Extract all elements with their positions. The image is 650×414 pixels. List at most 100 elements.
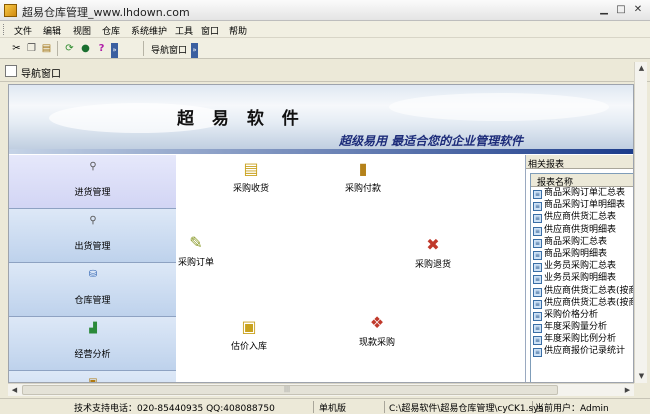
module-warehouse[interactable]: ⛁ 仓库管理 (9, 263, 176, 317)
report-icon: ≡ (533, 299, 542, 309)
status-support: 技术支持电话：020-85440935 QQ:408088750 (74, 401, 314, 414)
banner-divider (9, 149, 633, 154)
minimize-button[interactable]: ▁ (596, 4, 612, 17)
report-label: 供应商报价记录统计 (544, 346, 626, 357)
reports-column-header[interactable]: 报表名称 (531, 174, 633, 188)
database-icon: ⛁ (88, 269, 98, 280)
globe-icon[interactable]: ● (79, 42, 92, 55)
flow-label: 采购收货 (233, 184, 270, 194)
folder-add-icon: ▣ (241, 317, 257, 336)
reports-title: 相关报表 (526, 155, 633, 170)
report-item[interactable]: ≡ 业务员采购明细表 (531, 272, 633, 285)
report-label: 采购价格分析 (544, 309, 599, 320)
report-label: 供应商供货明细表 (544, 224, 617, 235)
flow-purchase-receive[interactable]: ▤ 采购收货 (233, 159, 269, 194)
report-icon: ≡ (533, 190, 542, 199)
banner: 超 易 软 件 超级易用 最适合您的企业管理软件 (9, 85, 633, 154)
toolbar-separator (57, 41, 58, 56)
scroll-left-arrow-icon[interactable]: ◀ (8, 384, 21, 397)
report-icon: ≡ (533, 250, 542, 260)
menu-file[interactable]: 文件 (14, 24, 32, 37)
report-item[interactable]: ≡ 供应商供货汇总表 (531, 211, 633, 224)
paste-icon[interactable]: ▤ (40, 42, 53, 55)
vertical-scrollbar[interactable]: ▲ ▼ (634, 62, 647, 383)
chart-icon: ▟ (89, 323, 97, 334)
module-label: 仓库管理 (74, 296, 111, 306)
menu-tools[interactable]: 工具 (175, 24, 193, 37)
report-icon: ≡ (533, 311, 542, 321)
flow-label: 采购退货 (415, 260, 452, 270)
flow-label: 采购付款 (345, 184, 382, 194)
report-label: 商品采购汇总表 (544, 236, 608, 247)
report-item[interactable]: ≡ 年度采购量分析 (531, 321, 633, 334)
report-icon: ≡ (533, 324, 542, 334)
toolbar: ✂ ❐ ▤ ⟳ ● ? » 导航窗口 » (0, 38, 650, 59)
flow-purchase-order[interactable]: ✎ 采购订单 (178, 233, 214, 268)
report-icon: ≡ (533, 348, 542, 358)
report-icon: ≡ (533, 336, 542, 346)
flow-purchase-pay[interactable]: ▮ 采购付款 (345, 159, 381, 194)
horizontal-scrollbar[interactable]: ◀ ||| ▶ (8, 383, 634, 396)
toolbar-overflow-chevron[interactable]: » (111, 43, 118, 58)
order-edit-icon: ✎ (189, 233, 203, 252)
report-item[interactable]: ≡ 供应商供货明细表 (531, 224, 633, 236)
nav-window-button[interactable]: 导航窗口 (151, 43, 187, 56)
window-title: 超易仓库管理_www.lhdown.com (22, 6, 190, 19)
report-label: 年度采购量分析 (544, 322, 608, 333)
report-label: 商品采购明细表 (544, 248, 608, 259)
payment-icon: ▮ (358, 159, 368, 178)
menu-help[interactable]: 帮助 (229, 24, 247, 37)
scroll-grip-icon: ||| (284, 386, 291, 393)
report-item[interactable]: ≡ 商品采购订单明细表 (531, 199, 633, 212)
app-icon (4, 4, 17, 17)
maximize-button[interactable]: □ (613, 4, 629, 17)
report-item[interactable]: ≡供应商供货汇总表(按商品) (531, 297, 633, 309)
module-analysis[interactable]: ▟ 经营分析 (9, 317, 176, 371)
menu-window[interactable]: 窗口 (201, 24, 219, 37)
toolbar-separator (143, 41, 144, 56)
reports-list[interactable]: 报表名称 ≡ 商品采购订单汇总表 ≡ 商品采购订单明细表 ≡ 供应商供货汇总表 ≡ 供应商供货… (530, 173, 633, 382)
report-item[interactable]: ≡ 采购价格分析 (531, 309, 633, 321)
module-label: 出货管理 (74, 242, 111, 252)
module-label: 经营分析 (74, 350, 111, 360)
report-label: 商品采购订单明细表 (544, 200, 626, 211)
nav-window-header: 导航窗口 (0, 60, 650, 82)
report-item[interactable]: ≡供应商供货汇总表(按商品) (531, 285, 633, 297)
report-item[interactable]: ≡ 供应商报价记录统计 (531, 345, 633, 358)
report-label: 业务员采购明细表 (544, 273, 617, 284)
help-icon[interactable]: ? (95, 42, 108, 55)
report-icon: ≡ (533, 263, 542, 273)
banner-slogan: 超级易用 最适合您的企业管理软件 (339, 134, 524, 148)
window-icon (5, 65, 17, 77)
flow-label: 现款采购 (359, 338, 396, 348)
flow-estimate-stock[interactable]: ▣ 估价入库 (231, 317, 267, 352)
document-add-icon: ▤ (243, 159, 259, 178)
close-button[interactable]: ✕ (630, 4, 646, 17)
report-item[interactable]: ≡ 业务员采购汇总表 (531, 260, 633, 273)
refresh-icon[interactable]: ⟳ (63, 42, 76, 55)
report-item[interactable]: ≡ 商品采购明细表 (531, 248, 633, 260)
report-item[interactable]: ≡ 年度采购比例分析 (531, 333, 633, 346)
menu-warehouse[interactable]: 仓库 (102, 24, 120, 37)
cut-icon[interactable]: ✂ (10, 42, 23, 55)
flow-purchase-return[interactable]: ✖ 采购退货 (415, 235, 451, 270)
report-icon: ≡ (533, 275, 542, 285)
toolbar-overflow-chevron[interactable]: » (191, 43, 198, 58)
report-label: 供应商供货汇总表(按商品) (544, 285, 633, 296)
scroll-up-arrow-icon[interactable]: ▲ (635, 62, 648, 75)
copy-icon[interactable]: ❐ (25, 42, 38, 55)
flow-cash-purchase[interactable]: ❖ 现款采购 (359, 313, 395, 348)
menu-bar: 文件 编辑 视图 仓库 系统维护 工具 窗口 帮助 (0, 21, 650, 38)
scroll-down-arrow-icon[interactable]: ▼ (635, 370, 648, 383)
report-item[interactable]: ≡ 商品采购订单汇总表 (531, 187, 633, 199)
module-more[interactable]: ▣ (9, 371, 176, 382)
menu-system[interactable]: 系统维护 (131, 24, 167, 37)
module-sales[interactable]: ⚲ 出货管理 (9, 209, 176, 263)
report-item[interactable]: ≡ 商品采购汇总表 (531, 236, 633, 248)
module-purchase[interactable]: ⚲ 进货管理 (9, 155, 176, 209)
menu-edit[interactable]: 编辑 (43, 24, 61, 37)
menu-view[interactable]: 视图 (73, 24, 91, 37)
scroll-right-arrow-icon[interactable]: ▶ (621, 384, 634, 397)
report-icon: ≡ (533, 238, 542, 248)
menu-grip (3, 24, 6, 35)
